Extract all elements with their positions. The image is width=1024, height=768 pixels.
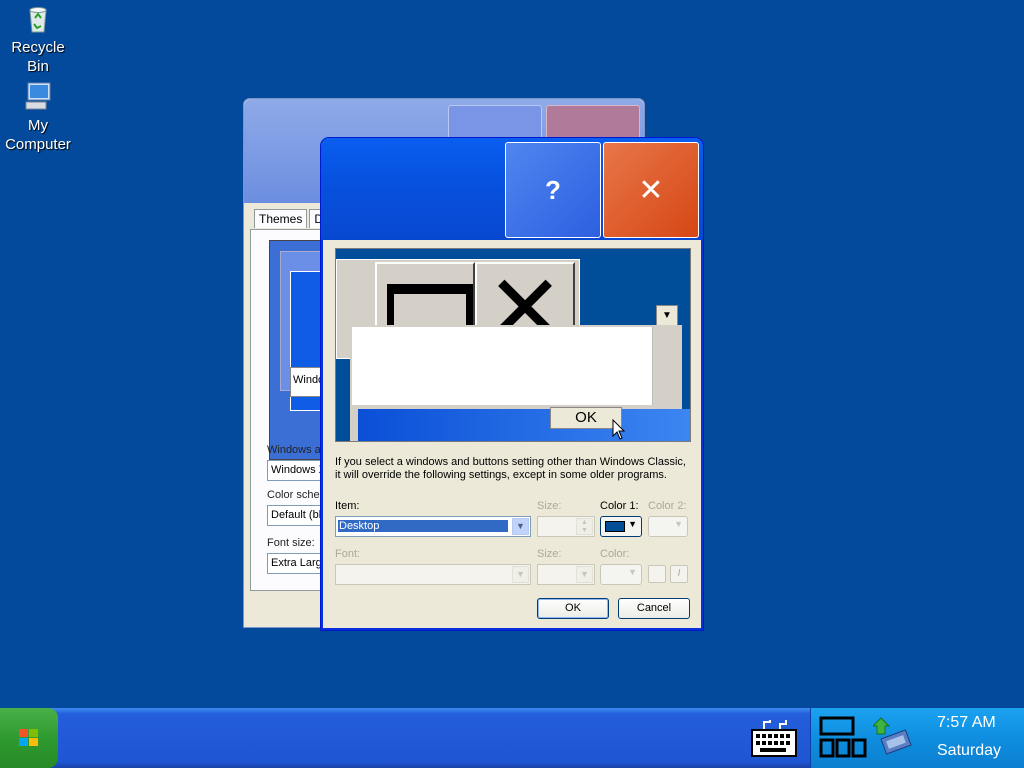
preview-scroll-down-icon: ▼ xyxy=(656,305,678,327)
close-button[interactable]: ✕ xyxy=(603,142,699,238)
dialog-titlebar[interactable]: ? ✕ xyxy=(321,138,703,240)
color1-swatch xyxy=(605,521,625,532)
recycle-bin-icon xyxy=(22,2,54,34)
chevron-down-icon: ▼ xyxy=(512,518,529,535)
my-computer-label: My Computer xyxy=(5,117,71,153)
bg-color-scheme-label: Color schen xyxy=(267,489,326,501)
info-text: If you select a windows and buttons sett… xyxy=(335,456,686,481)
font-size-label: Size: xyxy=(537,548,562,560)
bold-button[interactable] xyxy=(648,565,666,583)
color-dropdown-icon: ▼ xyxy=(628,567,637,577)
system-tray: 7:57 AM Saturday xyxy=(810,708,1024,768)
cancel-button[interactable]: Cancel xyxy=(618,598,690,619)
appearance-preview[interactable]: ✕ ▼ OK xyxy=(335,248,691,442)
desktop-icon-recycle-bin[interactable]: Recycle Bin xyxy=(0,2,76,76)
advanced-appearance-dialog: ? ✕ ✕ ▼ OK If you select a windows and b… xyxy=(321,138,703,630)
spinner-arrows-icon: ▲ ▼ xyxy=(576,518,593,535)
on-screen-keyboard-icon[interactable] xyxy=(750,718,798,761)
preview-active-titlebar xyxy=(358,409,690,441)
clock-day: Saturday xyxy=(937,742,1002,759)
network-connection-icon[interactable] xyxy=(871,714,917,761)
clock-time[interactable]: 7:57 AM xyxy=(937,714,996,732)
item-size-label: Size: xyxy=(537,500,562,512)
font-size-select[interactable]: ▼ xyxy=(537,564,595,585)
my-computer-icon xyxy=(22,80,54,112)
font-label: Font: xyxy=(335,548,361,560)
bg-windows-buttons-label: Windows a xyxy=(267,444,321,456)
item-size-spinner[interactable]: ▲ ▼ xyxy=(537,516,595,537)
tab-themes[interactable]: Themes xyxy=(254,209,308,228)
font-select[interactable]: ▼ xyxy=(335,564,531,585)
italic-button[interactable]: I xyxy=(670,565,688,583)
question-mark-icon: ? xyxy=(545,174,561,205)
color2-label: Color 2: xyxy=(648,500,687,512)
chevron-down-icon: ▼ xyxy=(512,566,529,583)
font-color-label: Color: xyxy=(600,548,630,560)
color-dropdown-icon: ▼ xyxy=(628,519,637,529)
window-layout-icon[interactable] xyxy=(819,716,869,761)
desktop-icon-my-computer[interactable]: My Computer xyxy=(0,80,76,154)
preview-window-text-area xyxy=(352,327,656,405)
bg-font-size-label: Font size: xyxy=(267,537,315,549)
help-button[interactable]: ? xyxy=(505,142,601,238)
close-icon: ✕ xyxy=(638,173,664,207)
preview-scrollbar xyxy=(652,327,674,405)
item-select[interactable]: Desktop ▼ xyxy=(335,516,531,537)
windows-logo-icon xyxy=(19,729,39,747)
color1-picker[interactable]: ▼ xyxy=(600,516,642,537)
item-select-value: Desktop xyxy=(338,520,508,532)
color-dropdown-icon: ▼ xyxy=(674,519,683,529)
taskbar: 7:57 AM Saturday xyxy=(0,708,1024,768)
color1-label: Color 1: xyxy=(600,500,639,512)
item-label: Item: xyxy=(335,500,360,512)
ok-button[interactable]: OK xyxy=(537,598,609,619)
font-color-picker[interactable]: ▼ xyxy=(600,564,642,585)
mouse-cursor-icon xyxy=(612,419,626,440)
chevron-down-icon: ▼ xyxy=(576,566,593,583)
start-button[interactable] xyxy=(0,708,58,768)
recycle-bin-label: Recycle Bin xyxy=(11,39,65,75)
color2-picker[interactable]: ▼ xyxy=(648,516,688,537)
